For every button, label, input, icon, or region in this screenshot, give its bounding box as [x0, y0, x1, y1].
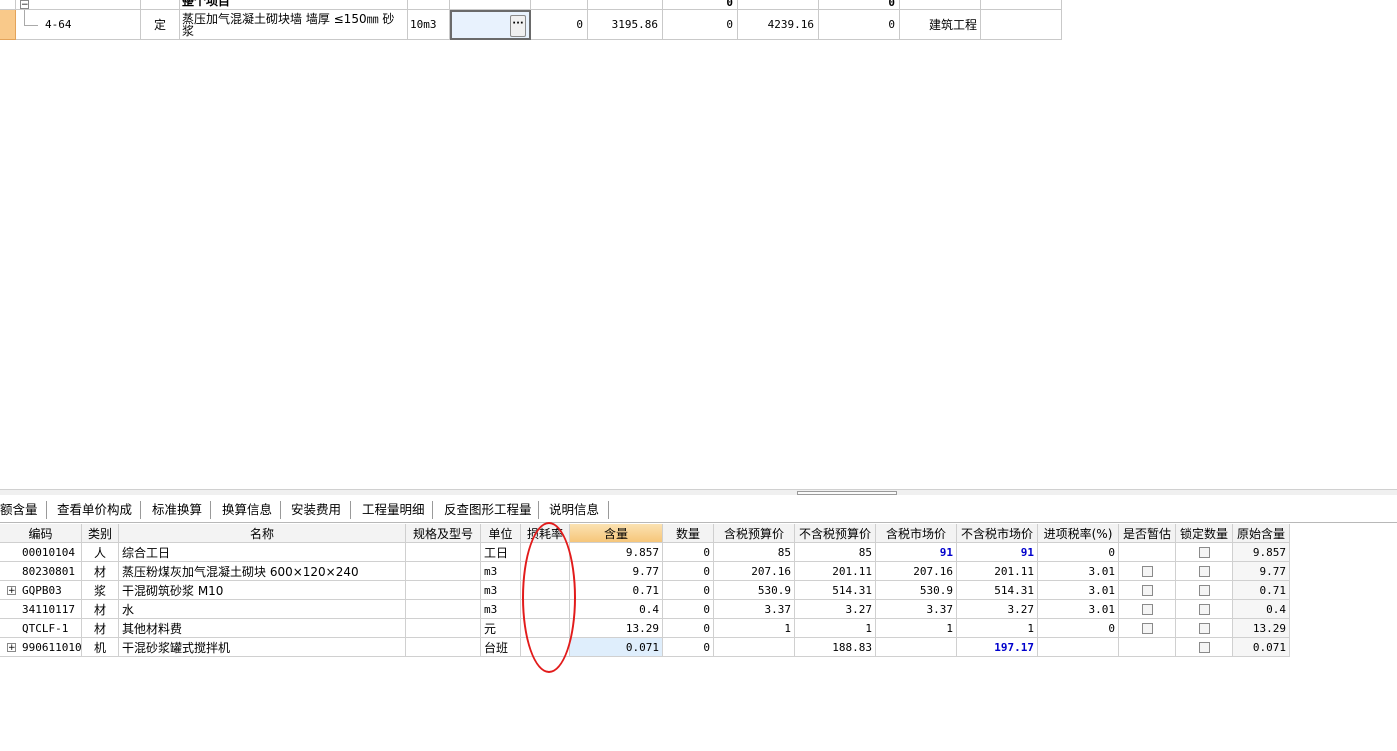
quantity-edit-cell[interactable]: ···	[450, 10, 531, 40]
lock-quantity-checkbox[interactable]	[1198, 603, 1210, 615]
ellipsis-button[interactable]: ···	[510, 15, 526, 37]
tab-conversion-info[interactable]: 换算信息	[216, 498, 278, 522]
is-estimated-checkbox[interactable]	[1141, 622, 1153, 634]
tab-description[interactable]: 说明信息	[543, 498, 605, 522]
project-name: 整个项目	[180, 0, 408, 10]
row-indicator[interactable]	[0, 10, 16, 40]
lock-quantity-checkbox[interactable]	[1198, 584, 1210, 596]
col-tax-market-price[interactable]: 含税市场价	[876, 524, 957, 543]
lock-quantity-checkbox[interactable]	[1198, 565, 1210, 577]
code-cell: −	[16, 0, 141, 10]
lock-quantity-checkbox[interactable]	[1198, 641, 1210, 653]
col-notax-budget-price[interactable]: 不含税预算价	[795, 524, 876, 543]
quota-type: 定	[141, 10, 180, 40]
is-estimated-checkbox[interactable]	[1141, 603, 1153, 615]
col-is-estimated[interactable]: 是否暂估	[1119, 524, 1176, 543]
expand-icon[interactable]: +	[7, 643, 16, 653]
tab-quantity-detail[interactable]: 工程量明细	[356, 498, 431, 522]
col-loss-rate[interactable]: 损耗率	[521, 524, 570, 543]
quota-unit: 10m3	[408, 10, 450, 40]
col-original-content[interactable]: 原始含量	[1233, 524, 1290, 543]
expand-icon[interactable]: +	[7, 586, 16, 596]
col-unit[interactable]: 单位	[481, 524, 521, 543]
lock-quantity-checkbox[interactable]	[1198, 546, 1210, 558]
professional-category: 建筑工程	[900, 10, 981, 40]
quota-name[interactable]: 蒸压加气混凝土砌块墙 墙厚 ≤150㎜ 砂 浆	[180, 10, 408, 40]
tab-installation-fee[interactable]: 安装费用	[285, 498, 347, 522]
col-notax-market-price[interactable]: 不含税市场价	[957, 524, 1038, 543]
quota-row[interactable]: 4-64 定 蒸压加气混凝土砌块墙 墙厚 ≤150㎜ 砂 浆 10m3 ··· …	[0, 10, 1062, 40]
is-estimated-checkbox[interactable]	[1141, 584, 1153, 596]
tab-quota-content[interactable]: 额含量	[0, 498, 44, 522]
selected-content-cell[interactable]: 0.071	[570, 638, 663, 657]
quota-code[interactable]: 4-64	[16, 10, 141, 40]
col-input-tax-rate[interactable]: 进项税率(%)	[1038, 524, 1119, 543]
col-code[interactable]: 编码	[0, 524, 82, 543]
project-total-row[interactable]: − 整个项目 0 0	[0, 0, 1062, 10]
splitter-grip[interactable]	[797, 491, 897, 495]
collapse-icon[interactable]: −	[20, 0, 29, 9]
col-tax-budget-price[interactable]: 含税预算价	[714, 524, 795, 543]
col-content[interactable]: 含量	[570, 524, 663, 543]
is-estimated-checkbox[interactable]	[1141, 565, 1153, 577]
lock-quantity-checkbox[interactable]	[1198, 622, 1210, 634]
tab-reverse-graphic-quantity[interactable]: 反查图形工程量	[438, 498, 538, 522]
tab-standard-conversion[interactable]: 标准换算	[146, 498, 208, 522]
col-name[interactable]: 名称	[119, 524, 406, 543]
col-quantity[interactable]: 数量	[663, 524, 714, 543]
col-lock-quantity[interactable]: 锁定数量	[1176, 524, 1233, 543]
col-type[interactable]: 类别	[82, 524, 119, 543]
row-indicator	[0, 0, 16, 10]
col-spec[interactable]: 规格及型号	[406, 524, 481, 543]
tab-unit-price-composition[interactable]: 查看单价构成	[51, 498, 138, 522]
pane-splitter[interactable]	[0, 489, 1397, 495]
detail-tab-bar: 额含量 查看单价构成 标准换算 换算信息 安装费用 工程量明细 反查图形工程量 …	[0, 498, 1397, 523]
